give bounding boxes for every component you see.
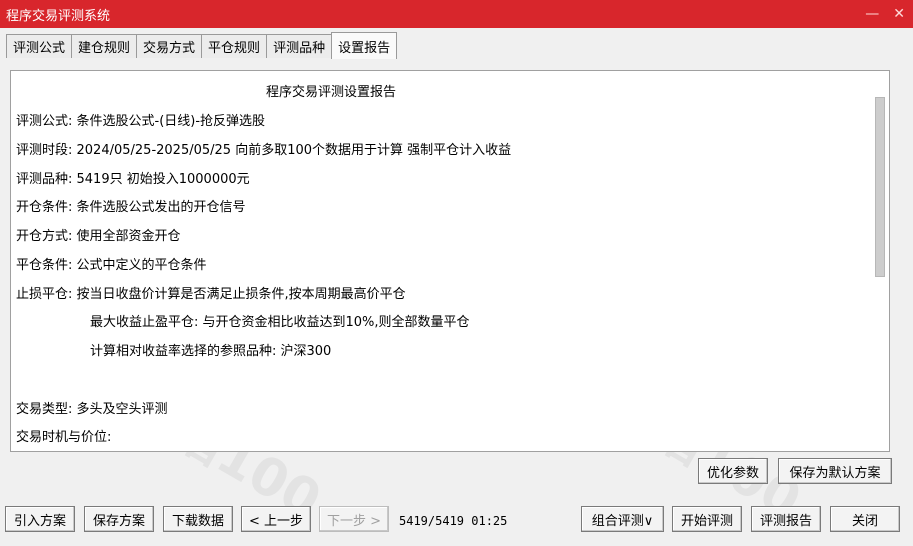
report-line: 计算相对收益率选择的参照品种: 沪深300 bbox=[90, 344, 332, 359]
report-heading: 程序交易评测设置报告 bbox=[265, 85, 396, 100]
report-textbox[interactable]: 程序交易评测设置报告 评测公式: 条件选股公式-(日线)-抢反弹选股 评测时段:… bbox=[10, 70, 890, 452]
start-eval-button[interactable]: 开始评测 bbox=[672, 506, 742, 532]
tab-trade-mode[interactable]: 交易方式 bbox=[136, 34, 202, 58]
report-line: 止损平仓: 按当日收盘价计算是否满足止损条件,按本周期最高价平仓 bbox=[16, 287, 406, 302]
tab-open-rules[interactable]: 建仓规则 bbox=[71, 34, 137, 58]
report-line: 平仓条件: 公式中定义的平仓条件 bbox=[16, 258, 207, 273]
import-scheme-button[interactable]: 引入方案 bbox=[5, 506, 75, 532]
report-line: 评测时段: 2024/05/25-2025/05/25 向前多取100个数据用于… bbox=[16, 143, 512, 158]
close-button[interactable]: 关闭 bbox=[830, 506, 900, 532]
vertical-scrollbar[interactable] bbox=[873, 93, 887, 445]
report-line: 最大收益止盈平仓: 与开仓资金相比收益达到10%,则全部数量平仓 bbox=[90, 315, 470, 330]
combo-eval-dropdown[interactable]: 组合评测∨ bbox=[581, 506, 664, 532]
tab-formula[interactable]: 评测公式 bbox=[6, 34, 72, 58]
eval-report-button[interactable]: 评测报告 bbox=[751, 506, 821, 532]
tab-report-settings[interactable]: 设置报告 bbox=[331, 32, 398, 59]
report-line: 交易类型: 多头及空头评测 bbox=[16, 402, 168, 417]
download-data-button[interactable]: 下载数据 bbox=[163, 506, 233, 532]
save-default-scheme-button[interactable]: 保存为默认方案 bbox=[778, 458, 892, 484]
minimize-icon[interactable]: — bbox=[865, 6, 879, 22]
window-title: 程序交易评测系统 bbox=[6, 8, 111, 24]
report-line: 评测公式: 条件选股公式-(日线)-抢反弹选股 bbox=[16, 114, 266, 129]
optimize-params-button[interactable]: 优化参数 bbox=[698, 458, 768, 484]
tab-bar: 评测公式 建仓规则 交易方式 平仓规则 评测品种 设置报告 bbox=[6, 32, 398, 59]
report-line: 开仓条件: 条件选股公式发出的开仓信号 bbox=[16, 200, 246, 215]
tab-close-rules[interactable]: 平仓规则 bbox=[201, 34, 267, 58]
report-line: 评测品种: 5419只 初始投入1000000元 bbox=[16, 172, 250, 187]
save-scheme-button[interactable]: 保存方案 bbox=[84, 506, 154, 532]
title-bar: 程序交易评测系统 — ✕ bbox=[0, 0, 913, 28]
scroll-thumb[interactable] bbox=[875, 97, 885, 277]
report-line: 开仓方式: 使用全部资金开仓 bbox=[16, 229, 181, 244]
report-line: 交易时机与价位: bbox=[16, 430, 112, 445]
next-step-button[interactable]: 下一步 > bbox=[319, 506, 389, 532]
prev-step-button[interactable]: < 上一步 bbox=[241, 506, 311, 532]
progress-status: 5419/5419 01:25 bbox=[399, 514, 508, 528]
close-icon[interactable]: ✕ bbox=[893, 6, 905, 22]
tab-products[interactable]: 评测品种 bbox=[266, 34, 332, 58]
